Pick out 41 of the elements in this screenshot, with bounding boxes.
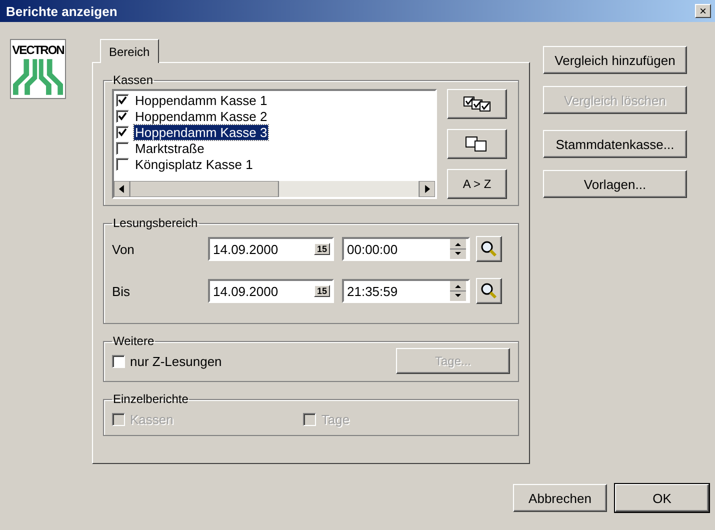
check-all-button[interactable] [447, 89, 507, 119]
window-title: Berichte anzeigen [6, 4, 118, 18]
search-icon [480, 282, 498, 300]
action-button[interactable]: Stammdatenkasse... [543, 130, 687, 158]
list-item[interactable]: Hoppendamm Kasse 3 [134, 124, 268, 140]
spin-buttons[interactable] [450, 281, 466, 301]
list-item[interactable]: Hoppendamm Kasse 2 [134, 108, 268, 124]
horizontal-scrollbar[interactable] [114, 181, 435, 197]
field-label: Von [112, 242, 136, 256]
dialog-button[interactable]: OK [615, 484, 709, 512]
list-item[interactable]: Hoppendamm Kasse 1 [134, 92, 268, 108]
checked-boxes-icon [463, 96, 491, 112]
date-field[interactable]: 14.09.2000 15 [208, 279, 334, 303]
list-item[interactable]: Marktstraße [134, 140, 206, 156]
tab[interactable]: Bereich [100, 39, 159, 63]
checkbox[interactable] [112, 354, 125, 368]
group-label: Kassen [112, 73, 154, 87]
group-label: Lesungsbereich [112, 216, 199, 230]
search-button[interactable] [476, 278, 502, 304]
calendar-button[interactable]: 15 [314, 285, 330, 297]
dialog-button[interactable]: Abbrechen [513, 484, 607, 512]
empty-boxes-icon [465, 136, 489, 152]
list-item[interactable]: Köngisplatz Kasse 1 [134, 156, 254, 172]
field-label: Bis [112, 284, 132, 298]
logo-text: VECTRON [12, 42, 64, 58]
spin-buttons[interactable] [450, 239, 466, 259]
time-field[interactable]: 21:35:59 [342, 279, 470, 303]
action-button[interactable]: Vorlagen... [543, 170, 687, 198]
time-field[interactable]: 00:00:00 [342, 237, 470, 261]
group-label: Einzelberichte [112, 392, 190, 406]
date-field[interactable]: 14.09.2000 15 [208, 237, 334, 261]
uncheck-all-button[interactable] [447, 129, 507, 159]
search-button[interactable] [476, 236, 502, 262]
sort-button[interactable]: A > Z [447, 169, 507, 199]
checkbox-label: nur Z-Lesungen [130, 354, 222, 368]
action-button[interactable]: Vergleich hinzufügen [543, 46, 687, 74]
search-icon [480, 240, 498, 258]
calendar-button[interactable]: 15 [314, 243, 330, 255]
group-label: Weitere [112, 334, 156, 348]
close-button[interactable]: × [695, 4, 711, 18]
logo-bars-icon [13, 58, 63, 96]
